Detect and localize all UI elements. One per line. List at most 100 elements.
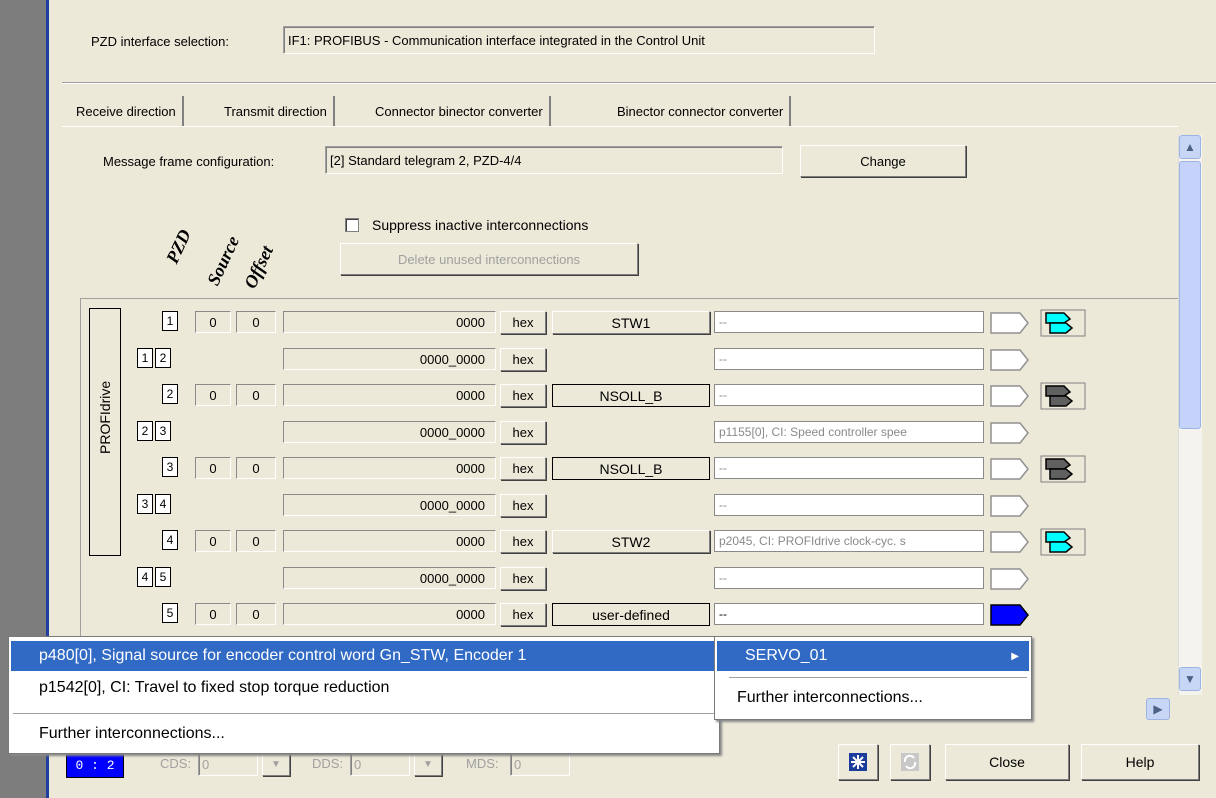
hex-button[interactable]: hex <box>500 530 546 553</box>
signal-type-icon <box>1040 528 1086 559</box>
delete-unused-button[interactable]: Delete unused interconnections <box>340 243 638 275</box>
connect-arrow-button[interactable] <box>990 457 1030 481</box>
connect-arrow-button[interactable] <box>990 348 1030 372</box>
servo-01-label: SERVO_01 <box>745 647 828 664</box>
hex-button[interactable]: hex <box>500 311 546 334</box>
pzd-number-a: 1 <box>137 348 153 368</box>
table-top-border <box>80 298 1178 299</box>
dds-dropdown[interactable]: ▼ <box>414 752 442 776</box>
tab-panel-border <box>62 126 1178 127</box>
message-frame-field[interactable]: [2] Standard telegram 2, PZD-4/4 <box>325 146 783 174</box>
interconnection-field[interactable]: p1155[0], CI: Speed controller spee <box>714 421 984 443</box>
tab-receive-direction[interactable]: Receive direction <box>70 96 184 126</box>
menu-item-servo-01[interactable]: SERVO_01 ▶ <box>717 641 1029 671</box>
help-button[interactable]: Help <box>1081 744 1199 780</box>
refresh-button[interactable] <box>890 744 930 780</box>
source-field: 0 <box>195 384 231 406</box>
pzd-number: 4 <box>162 530 178 550</box>
scroll-up-button[interactable]: ▲ <box>1179 135 1201 159</box>
hex-button[interactable]: hex <box>500 348 546 371</box>
mds-select[interactable]: 0 <box>510 752 570 776</box>
menu-item-further-interconnections[interactable]: Further interconnections... <box>11 719 717 749</box>
pzd-value-field: 0000 <box>283 384 496 406</box>
pzd-number: 5 <box>162 603 178 623</box>
pzd-value-field: 0000_0000 <box>283 421 496 443</box>
interconnection-field[interactable]: -- <box>714 348 984 370</box>
connect-arrow-button[interactable] <box>990 494 1030 518</box>
interconnection-field[interactable]: -- <box>714 494 984 516</box>
signal-type-icon <box>1040 455 1086 486</box>
arrow-tag-icon <box>990 422 1029 444</box>
signal-button[interactable]: NSOLL_B <box>552 457 710 480</box>
arrow-tag-icon <box>990 604 1029 626</box>
signal-type-icon <box>1040 309 1086 340</box>
arrow-tag-icon <box>990 531 1029 553</box>
hex-button[interactable]: hex <box>500 384 546 407</box>
table-left-border <box>80 298 81 636</box>
pzd-number-b: 5 <box>155 567 171 587</box>
menu-separator <box>13 713 715 714</box>
menu-item-p1542[interactable]: p1542[0], CI: Travel to fixed stop torqu… <box>11 673 717 703</box>
connect-arrow-button[interactable] <box>990 603 1030 627</box>
source-field: 0 <box>195 457 231 479</box>
interconnection-field[interactable]: p2045, CI: PROFIdrive clock-cyc. s <box>714 530 984 552</box>
online-button[interactable] <box>838 744 878 780</box>
interconnection-field[interactable]: -- <box>714 603 984 625</box>
interconnection-field[interactable]: -- <box>714 311 984 333</box>
pzd-value-field: 0000 <box>283 530 496 552</box>
pzd-number-a: 2 <box>137 421 153 441</box>
hex-button[interactable]: hex <box>500 494 546 517</box>
arrow-tag-icon <box>990 458 1029 480</box>
interconnection-field[interactable]: -- <box>714 457 984 479</box>
signal-button[interactable]: NSOLL_B <box>552 384 710 407</box>
tab-transmit-direction[interactable]: Transmit direction <box>218 96 335 126</box>
tab-binector-connector-converter[interactable]: Binector connector converter <box>611 96 792 126</box>
pzd-number-b: 4 <box>155 494 171 514</box>
cds-label: CDS: <box>160 756 192 771</box>
dds-select[interactable]: 0 <box>350 752 410 776</box>
chevron-up-icon: ▲ <box>1184 140 1196 154</box>
interconnection-field[interactable]: -- <box>714 384 984 406</box>
arrow-tag-icon <box>990 568 1029 590</box>
suppress-inactive-checkbox[interactable] <box>345 218 359 232</box>
arrow-tag-icon <box>990 495 1029 517</box>
tab-connector-binector-converter[interactable]: Connector binector converter <box>369 96 551 126</box>
chevron-down-icon: ▼ <box>1184 672 1196 686</box>
close-button[interactable]: Close <box>945 744 1069 780</box>
scroll-thumb[interactable] <box>1179 161 1201 429</box>
suppress-inactive-label: Suppress inactive interconnections <box>372 217 589 233</box>
interconnection-field[interactable]: -- <box>714 567 984 589</box>
hex-button[interactable]: hex <box>500 567 546 590</box>
scroll-right-button[interactable]: ▶ <box>1146 698 1170 720</box>
signal-button[interactable]: STW1 <box>552 311 710 334</box>
chevron-right-icon: ▶ <box>1153 702 1163 716</box>
context-menu-left: p480[0], Signal source for encoder contr… <box>8 636 720 754</box>
pzd-number-a: 3 <box>137 494 153 514</box>
snowflake-icon <box>849 753 867 771</box>
pzd-number-a: 4 <box>137 567 153 587</box>
scroll-down-button[interactable]: ▼ <box>1179 667 1201 691</box>
pzd-number-b: 2 <box>155 348 171 368</box>
connect-arrow-button[interactable] <box>990 384 1030 408</box>
signal-button[interactable]: STW2 <box>552 530 710 553</box>
cds-select[interactable]: 0 <box>198 752 258 776</box>
pzd-interface-field[interactable]: IF1: PROFIBUS - Communication interface … <box>283 26 875 54</box>
menu-item-further-interconnections-right[interactable]: Further interconnections... <box>717 683 1029 713</box>
signal-button[interactable]: user-defined <box>552 603 710 626</box>
hex-button[interactable]: hex <box>500 603 546 626</box>
menu-item-p480[interactable]: p480[0], Signal source for encoder contr… <box>11 641 717 671</box>
source-field: 0 <box>195 603 231 625</box>
connect-arrow-button[interactable] <box>990 530 1030 554</box>
cds-dropdown[interactable]: ▼ <box>262 752 290 776</box>
connect-arrow-button[interactable] <box>990 421 1030 445</box>
connect-arrow-button[interactable] <box>990 567 1030 591</box>
separator <box>62 82 1216 84</box>
connect-arrow-button[interactable] <box>990 311 1030 335</box>
hex-button[interactable]: hex <box>500 457 546 480</box>
change-button[interactable]: Change <box>800 145 966 177</box>
source-field: 0 <box>195 530 231 552</box>
context-menu-right: SERVO_01 ▶ Further interconnections... <box>714 636 1032 720</box>
pzd-number-b: 3 <box>155 421 171 441</box>
hex-button[interactable]: hex <box>500 421 546 444</box>
arrow-tag-icon <box>990 385 1029 407</box>
